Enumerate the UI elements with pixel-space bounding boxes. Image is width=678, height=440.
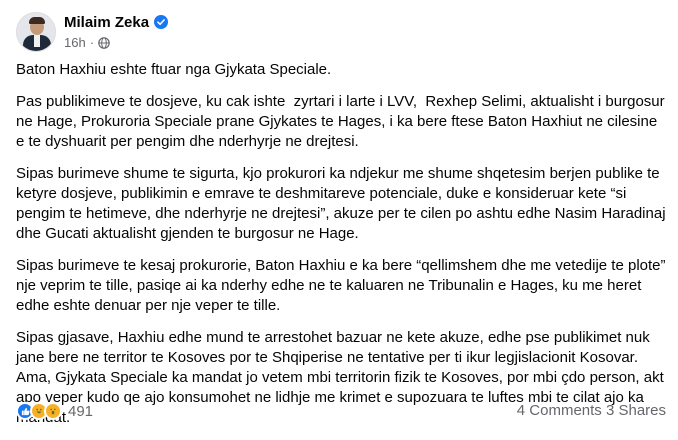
post-meta: Milaim Zeka 16h · — [64, 12, 169, 50]
post-body: Baton Haxhiu eshte ftuar nga Gjykata Spe… — [16, 60, 666, 440]
globe-icon[interactable] — [98, 36, 110, 49]
separator-dot: · — [89, 35, 95, 50]
author-row: Milaim Zeka — [64, 12, 169, 32]
post-paragraph: Sipas burimeve te kesaj prokurorie, Bato… — [16, 257, 670, 314]
post-footer: 491 4 Comments 3 Shares — [16, 402, 666, 422]
facebook-post: Milaim Zeka 16h · Baton Haxhiu eshte ftu… — [0, 0, 678, 426]
post-paragraph: Baton Haxhiu eshte ftuar nga Gjykata Spe… — [16, 61, 332, 78]
verified-badge-icon — [154, 15, 169, 29]
post-timestamp[interactable]: 16h — [64, 35, 86, 50]
post-time-row: 16h · — [64, 35, 168, 50]
comments-shares-count[interactable]: 4 Comments 3 Shares — [517, 402, 666, 419]
wow-reaction-icon — [44, 402, 62, 420]
post-header: Milaim Zeka 16h · — [16, 12, 169, 52]
post-paragraph: Sipas burimeve shume te sigurta, kjo pro… — [16, 165, 670, 242]
avatar-shirt — [34, 35, 40, 47]
author-name[interactable]: Milaim Zeka — [64, 14, 149, 31]
author-avatar[interactable] — [16, 12, 56, 52]
reaction-count: 491 — [68, 402, 94, 420]
reactions-summary[interactable]: 491 — [16, 402, 93, 420]
post-paragraph: Pas publikimeve te dosjeve, ku cak ishte… — [16, 93, 669, 150]
avatar-hair — [29, 17, 45, 24]
